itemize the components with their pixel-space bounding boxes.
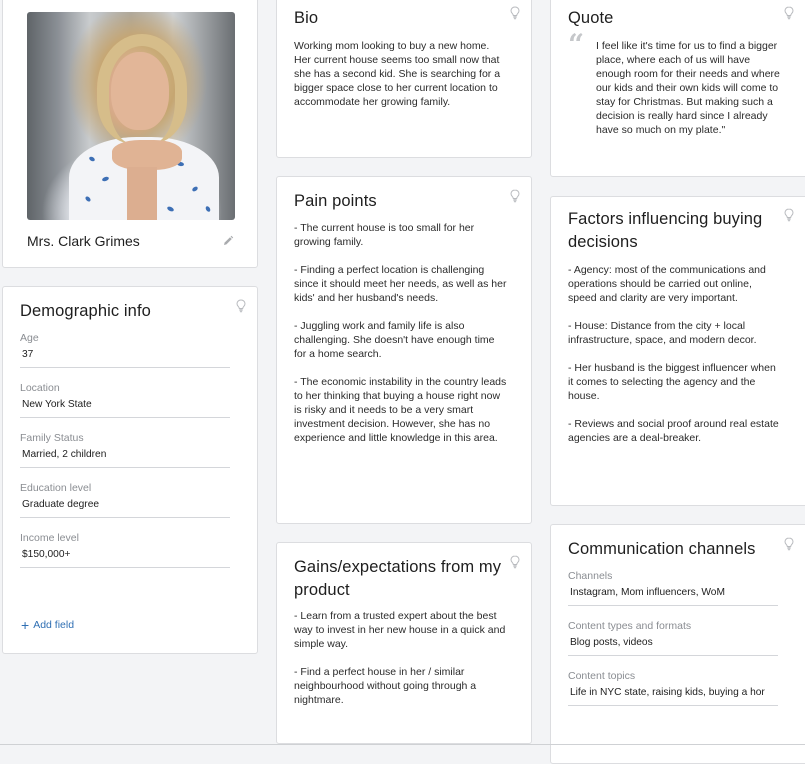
field-value-input[interactable]: Graduate degree bbox=[20, 495, 230, 518]
bio-card: Bio Working mom looking to buy a new hom… bbox=[276, 0, 532, 158]
field-value-input[interactable]: Blog posts, videos bbox=[568, 633, 778, 656]
field-content-topics: Content topics Life in NYC state, raisin… bbox=[568, 669, 778, 706]
gains-text[interactable]: - Learn from a trusted expert about the … bbox=[294, 609, 508, 707]
field-value-input[interactable]: $150,000+ bbox=[20, 545, 230, 568]
field-label: Age bbox=[20, 332, 39, 344]
field-value-input[interactable]: New York State bbox=[20, 395, 230, 418]
field-value-input[interactable]: Married, 2 children bbox=[20, 445, 230, 468]
pencil-icon[interactable] bbox=[222, 234, 234, 246]
field-age: Age 37 bbox=[20, 331, 230, 368]
lightbulb-icon[interactable] bbox=[784, 208, 794, 222]
field-value-input[interactable]: 37 bbox=[20, 345, 230, 368]
lightbulb-icon[interactable] bbox=[510, 555, 520, 569]
field-location: Location New York State bbox=[20, 381, 230, 418]
quote-title: Quote bbox=[568, 9, 614, 27]
field-value-input[interactable]: Life in NYC state, raising kids, buying … bbox=[568, 683, 778, 706]
field-education-level: Education level Graduate degree bbox=[20, 481, 230, 518]
field-label: Family Status bbox=[20, 432, 84, 444]
quote-mark-icon: “ bbox=[568, 28, 585, 61]
add-field-label: Add field bbox=[33, 619, 75, 631]
lightbulb-icon[interactable] bbox=[510, 6, 520, 20]
field-label: Education level bbox=[20, 482, 92, 494]
plus-icon: + bbox=[21, 617, 30, 633]
field-income-level: Income level $150,000+ bbox=[20, 531, 230, 568]
quote-card: Quote “ I feel like it's time for us to … bbox=[550, 0, 805, 177]
field-family-status: Family Status Married, 2 children bbox=[20, 431, 230, 468]
field-content-types: Content types and formats Blog posts, vi… bbox=[568, 619, 778, 656]
bottom-divider bbox=[0, 744, 805, 745]
field-label: Channels bbox=[568, 570, 613, 582]
pain-points-card: Pain points - The current house is too s… bbox=[276, 176, 532, 524]
demographic-card: Demographic info Age 37 Location New Yor… bbox=[2, 286, 258, 654]
communication-title: Communication channels bbox=[568, 540, 756, 558]
bio-text[interactable]: Working mom looking to buy a new home. H… bbox=[294, 39, 506, 109]
field-channels: Channels Instagram, Mom influencers, WoM bbox=[568, 569, 778, 606]
lightbulb-icon[interactable] bbox=[784, 6, 794, 20]
demographic-title: Demographic info bbox=[20, 302, 151, 320]
lightbulb-icon[interactable] bbox=[784, 537, 794, 551]
field-label: Location bbox=[20, 382, 60, 394]
pain-points-title: Pain points bbox=[294, 192, 377, 210]
factors-card: Factors influencing buying decisions - A… bbox=[550, 196, 805, 506]
lightbulb-icon[interactable] bbox=[510, 189, 520, 203]
communication-card: Communication channels Channels Instagra… bbox=[550, 524, 805, 764]
profile-photo bbox=[27, 12, 235, 220]
pain-points-text[interactable]: - The current house is too small for her… bbox=[294, 221, 508, 445]
gains-title: Gains/expectations from my product bbox=[294, 558, 502, 599]
factors-text[interactable]: - Agency: most of the communications and… bbox=[568, 263, 782, 445]
add-field-button[interactable]: + Add field bbox=[21, 617, 75, 633]
field-value-input[interactable]: Instagram, Mom influencers, WoM bbox=[568, 583, 778, 606]
profile-card: Mrs. Clark Grimes bbox=[2, 0, 258, 268]
gains-card: Gains/expectations from my product - Lea… bbox=[276, 542, 532, 744]
profile-name: Mrs. Clark Grimes bbox=[27, 233, 140, 249]
quote-text[interactable]: I feel like it's time for us to find a b… bbox=[596, 39, 786, 137]
bio-title: Bio bbox=[294, 9, 319, 27]
lightbulb-icon[interactable] bbox=[236, 299, 246, 313]
factors-title: Factors influencing buying decisions bbox=[568, 210, 763, 251]
field-label: Income level bbox=[20, 532, 79, 544]
field-label: Content types and formats bbox=[568, 620, 692, 632]
field-label: Content topics bbox=[568, 670, 636, 682]
